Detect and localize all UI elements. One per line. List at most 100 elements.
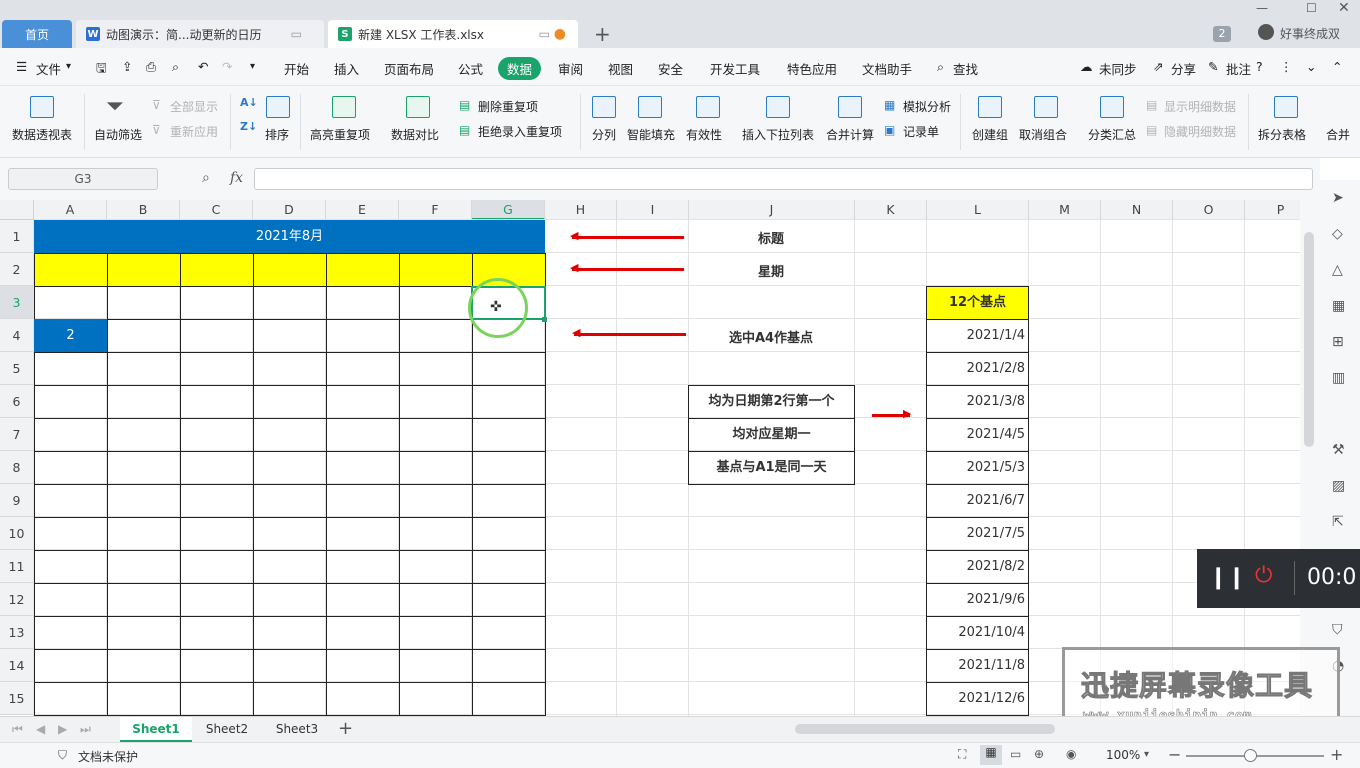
calendar-cell[interactable] xyxy=(399,649,473,683)
row-header[interactable]: 8 xyxy=(0,451,34,484)
calendar-cell[interactable] xyxy=(253,649,327,683)
calendar-cell[interactable] xyxy=(326,418,400,452)
calendar-cell[interactable] xyxy=(399,484,473,518)
row-header[interactable]: 1 xyxy=(0,220,34,253)
tab-home[interactable]: 首页 xyxy=(2,20,72,48)
column-header[interactable]: G xyxy=(472,200,545,220)
calendar-cell[interactable] xyxy=(180,484,254,518)
user-name[interactable]: 好事终成双 xyxy=(1280,25,1340,42)
dropdown-list-icon[interactable] xyxy=(766,96,790,118)
calendar-cell[interactable] xyxy=(107,616,181,650)
calendar-cell[interactable] xyxy=(326,385,400,419)
image-icon[interactable]: ▨ xyxy=(1332,478,1345,494)
note-box-3[interactable]: 基点与A1是同一天 xyxy=(688,451,855,485)
subtotal-button[interactable]: 分类汇总 xyxy=(1088,126,1136,143)
calendar-cell[interactable] xyxy=(326,583,400,617)
sheet-tab-2[interactable]: Sheet2 xyxy=(192,717,262,742)
calendar-cell[interactable] xyxy=(326,616,400,650)
ungroup-icon[interactable] xyxy=(1034,96,1058,118)
calendar-cell[interactable] xyxy=(326,484,400,518)
column-header[interactable]: K xyxy=(855,200,927,220)
table-icon[interactable]: ▦ xyxy=(1332,298,1345,314)
sync-status[interactable]: 未同步 xyxy=(1099,59,1137,78)
calendar-cell[interactable] xyxy=(326,451,400,485)
column-header[interactable]: I xyxy=(617,200,689,220)
shape-icon[interactable]: ◇ xyxy=(1332,226,1343,242)
share-cloud-icon[interactable]: ⇪ xyxy=(122,59,132,74)
calendar-cell[interactable] xyxy=(472,649,546,683)
calendar-cell[interactable] xyxy=(472,451,546,485)
chevron-down-icon[interactable]: ▾ xyxy=(66,61,71,72)
calendar-cell[interactable] xyxy=(472,616,546,650)
calendar-cell[interactable] xyxy=(107,550,181,584)
pivot-table-icon[interactable] xyxy=(30,96,54,118)
menu-file[interactable]: 文件 xyxy=(36,59,61,78)
calendar-cell[interactable] xyxy=(107,484,181,518)
menu-developer[interactable]: 开发工具 xyxy=(710,59,760,78)
calendar-cell[interactable] xyxy=(399,385,473,419)
calendar-cell[interactable] xyxy=(399,451,473,485)
calendar-cell[interactable] xyxy=(107,418,181,452)
smart-fill-button[interactable]: 智能填充 xyxy=(627,126,675,143)
menu-page-layout[interactable]: 页面布局 xyxy=(384,59,434,78)
tools-icon[interactable]: ⚒ xyxy=(1332,442,1345,458)
fullscreen-icon[interactable]: ⛶ xyxy=(958,747,966,762)
column-header[interactable]: P xyxy=(1245,200,1300,220)
row-header[interactable]: 13 xyxy=(0,616,34,649)
subtotal-icon[interactable] xyxy=(1100,96,1124,118)
normal-view-icon[interactable]: ▦ xyxy=(980,745,1002,765)
note-week[interactable]: 星期 xyxy=(688,261,854,280)
column-header[interactable]: A xyxy=(34,200,107,220)
split-table-button[interactable]: 拆分表格 xyxy=(1258,126,1306,143)
chart-icon[interactable]: ▥ xyxy=(1332,370,1345,386)
calendar-cell[interactable] xyxy=(107,319,181,353)
chevron-down-icon[interactable]: ▾ xyxy=(1144,749,1149,760)
minimize-icon[interactable]: — xyxy=(1256,1,1268,15)
show-all-button[interactable]: 全部显示 xyxy=(170,98,218,115)
calendar-cell[interactable] xyxy=(180,286,254,320)
pivot-table-button[interactable]: 数据透视表 xyxy=(12,126,72,143)
column-header[interactable]: O xyxy=(1173,200,1245,220)
calendar-cell[interactable] xyxy=(399,550,473,584)
select-all-corner[interactable] xyxy=(0,200,34,220)
save-icon[interactable]: 🖫 xyxy=(96,59,107,80)
create-group-button[interactable]: 创建组 xyxy=(972,126,1008,143)
close-icon[interactable]: ✕ xyxy=(1338,0,1350,16)
calendar-cell[interactable] xyxy=(253,385,327,419)
weekday-cell[interactable] xyxy=(326,253,400,287)
row-header[interactable]: 15 xyxy=(0,682,34,715)
cloud-icon[interactable]: ☁ xyxy=(1080,59,1093,74)
select-pointer-icon[interactable]: ➤ xyxy=(1332,190,1344,206)
menu-view[interactable]: 视图 xyxy=(608,59,633,78)
calendar-cell[interactable] xyxy=(399,418,473,452)
horizontal-scrollbar[interactable] xyxy=(795,724,1055,734)
calendar-cell[interactable] xyxy=(326,352,400,386)
calendar-cell[interactable] xyxy=(180,517,254,551)
calendar-cell[interactable] xyxy=(326,517,400,551)
menu-start[interactable]: 开始 xyxy=(284,59,309,78)
window-count-badge[interactable]: 2 xyxy=(1213,26,1231,42)
fx-icon[interactable]: fx xyxy=(230,170,243,186)
page-layout-icon[interactable]: ⊕ xyxy=(1034,747,1044,761)
row-header[interactable]: 7 xyxy=(0,418,34,451)
menu-data[interactable]: 数据 xyxy=(498,57,542,80)
base-date-cell[interactable]: 2021/4/5 xyxy=(926,418,1029,452)
reject-duplicates-button[interactable]: 拒绝录入重复项 xyxy=(478,123,562,140)
calendar-cell[interactable] xyxy=(34,451,108,485)
base-date-cell[interactable]: 2021/9/6 xyxy=(926,583,1029,617)
base-date-cell[interactable]: 2021/2/8 xyxy=(926,352,1029,386)
row-header[interactable]: 2 xyxy=(0,253,34,286)
search-icon[interactable]: ⌕ xyxy=(937,59,944,75)
zoom-out-icon[interactable]: − xyxy=(1168,745,1181,764)
weekday-cell[interactable] xyxy=(34,253,108,287)
consolidate-icon[interactable] xyxy=(838,96,862,118)
base-date-cell[interactable]: 2021/5/3 xyxy=(926,451,1029,485)
split-column-button[interactable]: 分列 xyxy=(592,126,616,143)
base-date-cell[interactable]: 2021/7/5 xyxy=(926,517,1029,551)
zoom-formula-icon[interactable]: ⌕ xyxy=(202,170,210,186)
calendar-cell[interactable] xyxy=(180,616,254,650)
calendar-cell[interactable] xyxy=(34,649,108,683)
add-sheet-icon[interactable]: + xyxy=(338,718,353,739)
calendar-cell[interactable] xyxy=(253,550,327,584)
base-points-header[interactable]: 12个基点 xyxy=(926,286,1029,320)
